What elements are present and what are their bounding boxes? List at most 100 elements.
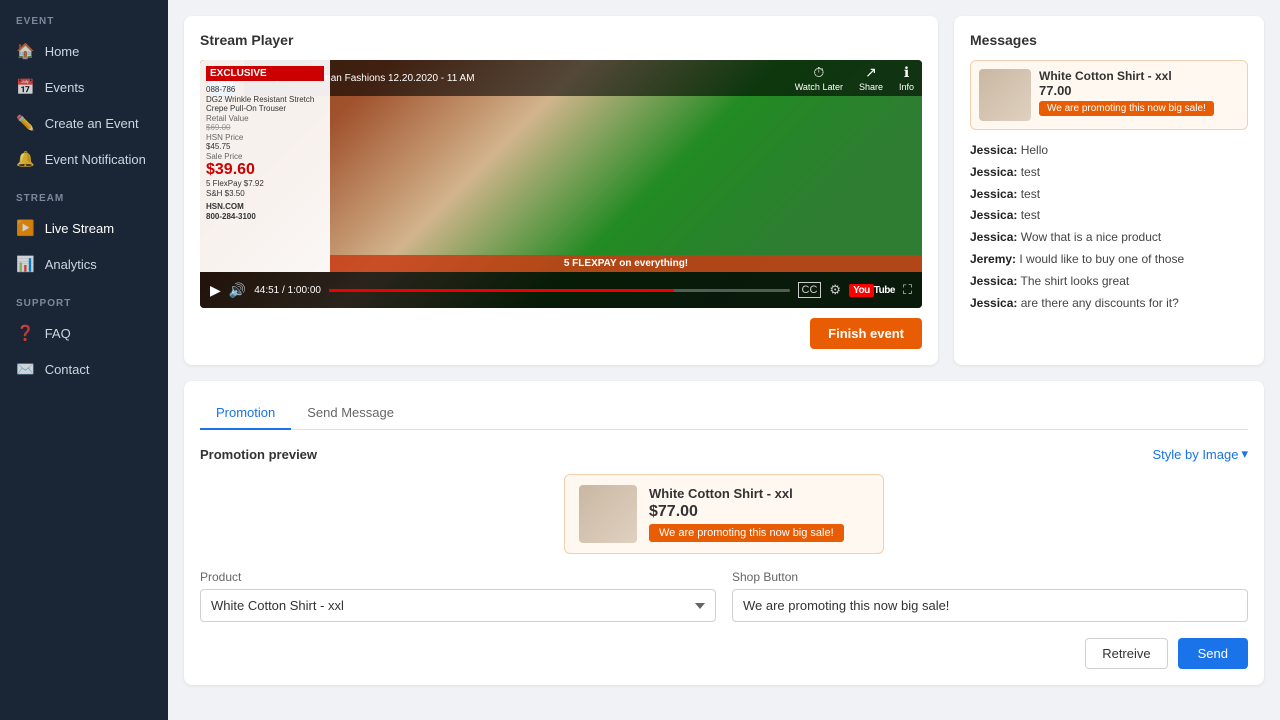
watch-later-action[interactable]: ⏱ Watch Later [795, 64, 843, 92]
send-button[interactable]: Send [1178, 638, 1248, 669]
video-scene: HSN HSN | Diane Gilman Fashions 12.20.20… [200, 60, 922, 308]
promo-card-preview: White Cotton Shirt - xxl $77.00 We are p… [564, 474, 884, 554]
info-action[interactable]: ℹ Info [899, 64, 914, 92]
faq-icon: ❓ [16, 324, 35, 342]
bell-icon: 🔔 [16, 150, 35, 168]
promo-website: HSN.COM [206, 202, 324, 211]
sidebar-label-events: Events [45, 80, 85, 95]
promo-preview-image [579, 485, 637, 543]
promo-notif-title: White Cotton Shirt - xxl [1039, 69, 1239, 83]
sidebar-item-home[interactable]: 🏠 Home [0, 33, 168, 69]
promo-preview-info: White Cotton Shirt - xxl $77.00 We are p… [649, 486, 844, 542]
calendar-icon: 📅 [16, 78, 35, 96]
promo-hsn-price: $45.75 [206, 142, 324, 151]
product-select[interactable]: White Cotton Shirt - xxl [200, 589, 716, 622]
main-content: Stream Player HSN HSN | Diane Gilman Fas… [168, 0, 1280, 720]
sidebar-label-live-stream: Live Stream [45, 221, 114, 236]
top-row: Stream Player HSN HSN | Diane Gilman Fas… [184, 16, 1264, 365]
promo-preview-product-title: White Cotton Shirt - xxl [649, 486, 844, 501]
style-by-image-button[interactable]: Style by Image ▾ [1152, 446, 1248, 462]
shop-button-form-group: Shop Button [732, 570, 1248, 622]
sidebar: EVENT 🏠 Home 📅 Events ✏️ Create an Event… [0, 0, 168, 720]
time-display: 44:51 / 1:00:00 [254, 285, 321, 296]
share-action[interactable]: ↗ Share [859, 64, 883, 92]
cc-icon[interactable]: CC [798, 282, 822, 298]
fullscreen-icon[interactable]: ⛶ [903, 282, 912, 298]
sidebar-label-home: Home [45, 44, 80, 59]
chevron-down-icon: ▾ [1241, 446, 1248, 462]
chat-author: Jessica: [970, 187, 1017, 201]
chat-message: Jessica: test [970, 207, 1248, 224]
promotion-form-row: Product White Cotton Shirt - xxl Shop Bu… [200, 570, 1248, 622]
chat-author: Jessica: [970, 296, 1017, 310]
promo-phone: 800-284-3100 [206, 212, 324, 221]
video-top-bar: HSN | Diane Gilman Fashions 12.20.2020 -… [244, 60, 922, 96]
promo-sh: S&H $3.50 [206, 189, 324, 198]
chat-message: Jessica: The shirt looks great [970, 273, 1248, 290]
video-top-actions: ⏱ Watch Later ↗ Share ℹ Info [795, 64, 914, 92]
promo-retail-label: Retail Value [206, 114, 324, 123]
promo-item-code: 088-786 [206, 85, 324, 94]
retrieve-button[interactable]: Retreive [1085, 638, 1167, 669]
promo-preview-price: $77.00 [649, 503, 844, 521]
info-icon: ℹ [904, 64, 909, 81]
analytics-icon: 📊 [16, 255, 35, 273]
promo-hsn-label: HSN Price [206, 133, 324, 142]
sidebar-label-contact: Contact [45, 362, 90, 377]
chat-message: Jessica: Wow that is a nice product [970, 229, 1248, 246]
chat-message: Jessica: Hello [970, 142, 1248, 159]
tab-send-message[interactable]: Send Message [291, 397, 410, 430]
shop-button-label: Shop Button [732, 570, 1248, 584]
stream-icon: ▶️ [16, 219, 35, 237]
promo-exclusive: EXCLUSIVE [206, 66, 324, 81]
sidebar-label-create-event: Create an Event [45, 116, 139, 131]
sidebar-item-faq[interactable]: ❓ FAQ [0, 315, 168, 351]
chat-message: Jessica: test [970, 186, 1248, 203]
product-label: Product [200, 570, 716, 584]
video-container[interactable]: HSN HSN | Diane Gilman Fashions 12.20.20… [200, 60, 922, 308]
promo-notif-price: 77.00 [1039, 83, 1239, 98]
sidebar-label-analytics: Analytics [45, 257, 97, 272]
chat-messages: Jessica: Hello Jessica: test Jessica: test… [970, 142, 1248, 349]
contact-icon: ✉️ [16, 360, 35, 378]
promo-preview-badge: We are promoting this now big sale! [649, 524, 844, 542]
shop-button-input[interactable] [732, 589, 1248, 622]
create-icon: ✏️ [16, 114, 35, 132]
sidebar-item-events[interactable]: 📅 Events [0, 69, 168, 105]
promo-item-name: DG2 Wrinkle Resistant Stretch Crepe Pull… [206, 95, 324, 113]
promo-notification: White Cotton Shirt - xxl 77.00 We are pr… [970, 60, 1248, 130]
settings-icon[interactable]: ⚙ [829, 282, 841, 298]
chat-author: Jessica: [970, 143, 1017, 157]
volume-button[interactable]: 🔊 [229, 282, 246, 299]
action-row: Retreive Send [200, 638, 1248, 669]
sidebar-item-event-notification[interactable]: 🔔 Event Notification [0, 141, 168, 177]
promo-notif-image [979, 69, 1031, 121]
progress-bar[interactable] [329, 289, 790, 292]
promo-preview-title: Promotion preview [200, 447, 317, 462]
progress-bar-fill [329, 289, 674, 292]
promo-preview-box: White Cotton Shirt - xxl $77.00 We are p… [200, 474, 1248, 554]
chat-message: Jeremy: I would like to buy one of those [970, 251, 1248, 268]
player-card: Stream Player HSN HSN | Diane Gilman Fas… [184, 16, 938, 365]
tabs-row: Promotion Send Message [200, 397, 1248, 430]
finish-btn-row: Finish event [200, 318, 922, 349]
promo-notif-content: White Cotton Shirt - xxl 77.00 We are pr… [1039, 69, 1239, 121]
sidebar-item-contact[interactable]: ✉️ Contact [0, 351, 168, 387]
home-icon: 🏠 [16, 42, 35, 60]
chat-author: Jessica: [970, 165, 1017, 179]
tab-promotion[interactable]: Promotion [200, 397, 291, 430]
promotion-card: Promotion Send Message Promotion preview… [184, 381, 1264, 685]
play-button[interactable]: ▶ [210, 282, 221, 299]
messages-title: Messages [970, 32, 1248, 48]
sidebar-section-event: EVENT [0, 0, 168, 33]
promo-notif-badge: We are promoting this now big sale! [1039, 101, 1214, 116]
promo-retail-price: $69.00 [206, 123, 324, 132]
video-controls: ▶ 🔊 44:51 / 1:00:00 CC ⚙ YouTube ⛶ [200, 272, 922, 308]
finish-event-button[interactable]: Finish event [810, 318, 922, 349]
video-banner: 5 FLEXPAY on everything! [330, 255, 922, 272]
sidebar-item-analytics[interactable]: 📊 Analytics [0, 246, 168, 282]
sidebar-item-live-stream[interactable]: ▶️ Live Stream [0, 210, 168, 246]
video-promo-box: EXCLUSIVE 088-786 DG2 Wrinkle Resistant … [200, 60, 330, 272]
sidebar-item-create-event[interactable]: ✏️ Create an Event [0, 105, 168, 141]
product-form-group: Product White Cotton Shirt - xxl [200, 570, 716, 622]
